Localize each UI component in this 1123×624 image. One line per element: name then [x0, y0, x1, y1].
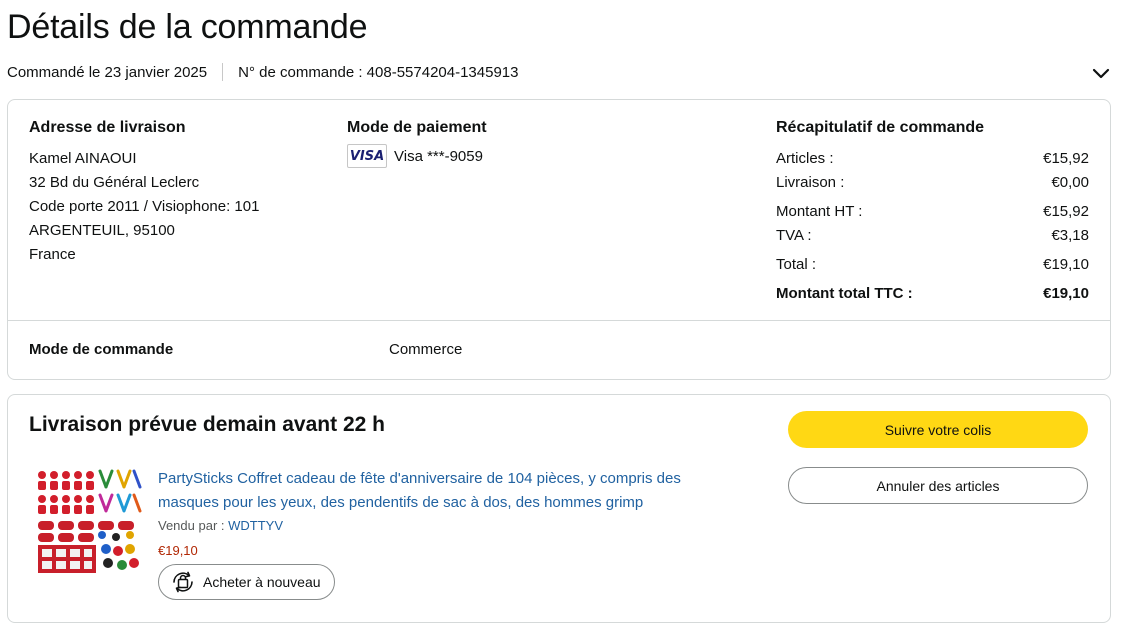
chevron-down-icon[interactable] — [1090, 62, 1112, 84]
order-summary: Articles : €15,92 Livraison : €0,00 Mont… — [776, 147, 1089, 306]
product-title-link[interactable]: PartySticks Coffret cadeau de fête d'ann… — [158, 467, 728, 515]
summary-total-row: Montant total TTC : €19,10 — [776, 282, 1089, 306]
order-number: N° de commande : 408-5574204-1345913 — [238, 63, 519, 81]
product-price: €19,10 — [158, 543, 198, 558]
order-mode-value: Commerce — [389, 341, 463, 358]
meta-divider — [222, 63, 224, 81]
summary-label: Montant HT : — [776, 203, 863, 220]
summary-value: €0,00 — [1051, 174, 1089, 191]
cancel-items-button[interactable]: Annuler des articles — [788, 467, 1088, 504]
seller-link[interactable]: WDTTYV — [228, 518, 283, 533]
shipping-heading: Adresse de livraison — [29, 119, 186, 136]
address-line: 32 Bd du Général Leclerc — [29, 174, 200, 191]
summary-row: TVA : €3,18 — [776, 224, 1089, 248]
summary-label: Total : — [776, 256, 817, 273]
sold-by-label: Vendu par : — [158, 518, 229, 533]
seller-info: Vendu par : WDTTYV — [158, 518, 283, 533]
order-meta: Commandé le 23 janvier 2025 N° de comman… — [7, 63, 519, 81]
delivery-status-title: Livraison prévue demain avant 22 h — [29, 413, 385, 436]
summary-row: Montant HT : €15,92 — [776, 200, 1089, 224]
product-thumbnail-graphic — [34, 465, 144, 575]
summary-row: Livraison : €0,00 — [776, 171, 1089, 195]
summary-label: Livraison : — [776, 174, 845, 191]
payment-heading: Mode de paiement — [347, 119, 487, 136]
shipping-address: Kamel AINAOUI 32 Bd du Général Leclerc C… — [29, 147, 259, 267]
payment-method: VISA Visa ***-9059 — [347, 144, 483, 168]
summary-value: €15,92 — [1043, 150, 1089, 167]
card-divider — [8, 320, 1110, 321]
summary-label: TVA : — [776, 227, 812, 244]
address-line: Code porte 2011 / Visiophone: 101 — [29, 198, 260, 215]
address-line: ARGENTEUIL, 95100 — [29, 222, 175, 239]
payment-card-text: Visa ***-9059 — [394, 147, 483, 165]
summary-row: Articles : €15,92 — [776, 147, 1089, 171]
order-date: Commandé le 23 janvier 2025 — [7, 63, 208, 81]
summary-value: €3,18 — [1051, 227, 1089, 244]
shipment-card: Livraison prévue demain avant 22 h Suivr… — [7, 394, 1111, 623]
summary-heading: Récapitulatif de commande — [776, 119, 985, 136]
visa-card-icon: VISA — [347, 144, 387, 168]
address-line: France — [29, 246, 76, 263]
buy-again-label: Acheter à nouveau — [203, 574, 321, 590]
order-info-card: Adresse de livraison Kamel AINAOUI 32 Bd… — [7, 99, 1111, 380]
summary-value: €19,10 — [1043, 256, 1089, 273]
summary-label: Montant total TTC : — [776, 285, 913, 302]
address-line: Kamel AINAOUI — [29, 150, 137, 167]
summary-row: Total : €19,10 — [776, 253, 1089, 277]
order-mode-label: Mode de commande — [29, 341, 174, 358]
product-image[interactable] — [34, 465, 144, 575]
summary-value: €15,92 — [1043, 203, 1089, 220]
track-package-button[interactable]: Suivre votre colis — [788, 411, 1088, 448]
summary-label: Articles : — [776, 150, 834, 167]
page-title: Détails de la commande — [7, 8, 368, 46]
buy-again-button[interactable]: Acheter à nouveau — [158, 564, 335, 600]
summary-value: €19,10 — [1043, 285, 1089, 302]
rebuy-bag-icon — [173, 571, 193, 593]
